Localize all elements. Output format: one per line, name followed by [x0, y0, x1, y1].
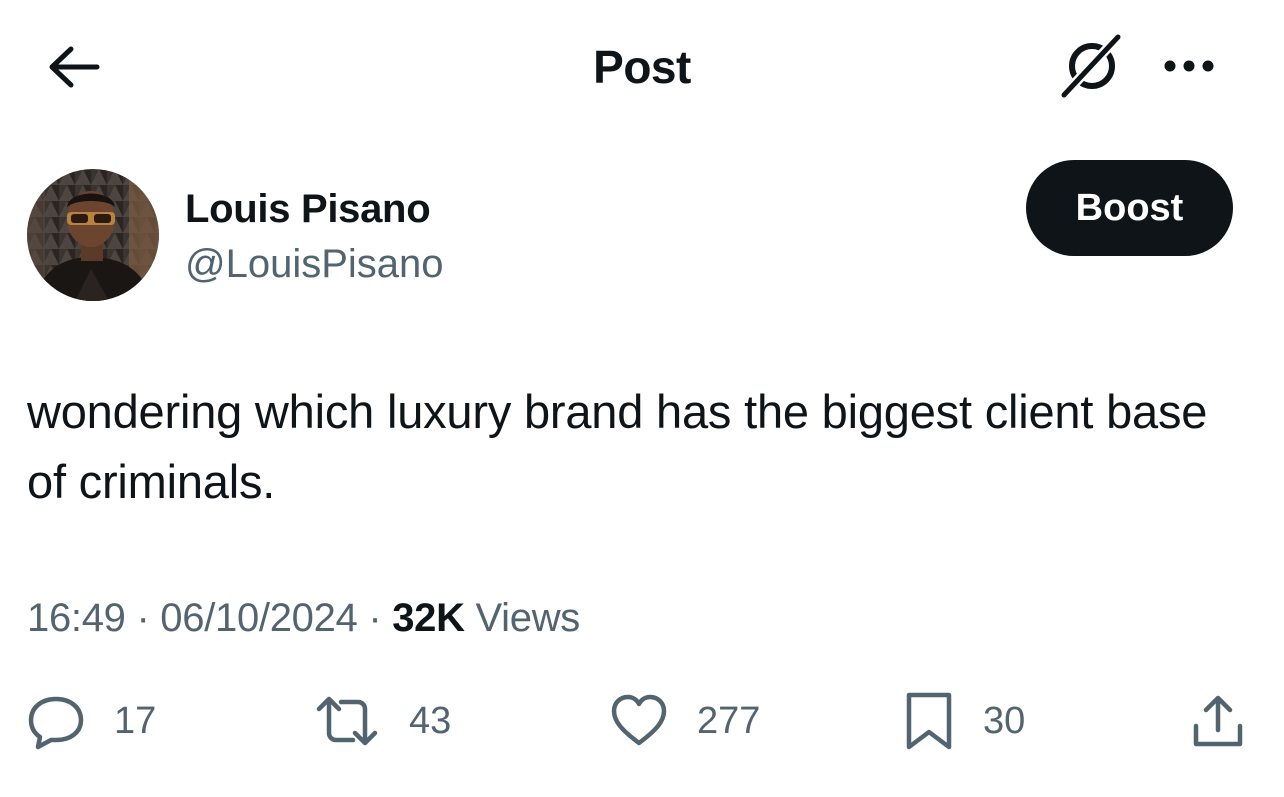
repost-button[interactable]: 43 [313, 690, 451, 752]
like-button[interactable]: 277 [609, 690, 760, 752]
author-name[interactable]: Louis Pisano [185, 186, 431, 232]
like-count: 277 [697, 700, 761, 742]
avatar[interactable] [27, 169, 159, 301]
post-date: 06/10/2024 [160, 596, 358, 640]
more-horizontal-icon [1164, 60, 1214, 72]
reply-count: 17 [114, 700, 157, 742]
author-handle[interactable]: @LouisPisano [185, 241, 444, 287]
repost-icon [316, 696, 378, 746]
views-label: Views [475, 596, 581, 640]
post-text: wondering which luxury brand has the big… [27, 385, 1208, 508]
repost-count: 43 [409, 700, 452, 742]
more-options-button[interactable] [1156, 46, 1222, 86]
meta-separator: · [136, 596, 150, 640]
bookmark-button[interactable]: 30 [903, 690, 1025, 752]
reply-icon [28, 696, 84, 750]
bookmark-icon [906, 692, 952, 750]
share-button[interactable] [1186, 690, 1250, 752]
post-time: 16:49 [27, 596, 126, 640]
reply-button[interactable]: 17 [26, 690, 156, 752]
heart-icon [611, 694, 667, 746]
views-count: 32K [392, 596, 465, 640]
grok-icon [1059, 34, 1121, 100]
grok-button[interactable] [1058, 32, 1128, 100]
meta-separator: · [368, 596, 382, 640]
boost-button[interactable]: Boost [1026, 160, 1233, 256]
post-meta: 16:49 · 06/10/2024 · 32K Views [27, 594, 580, 642]
avatar-photo [27, 169, 159, 301]
bookmark-count: 30 [983, 700, 1026, 742]
share-icon [1193, 695, 1243, 747]
